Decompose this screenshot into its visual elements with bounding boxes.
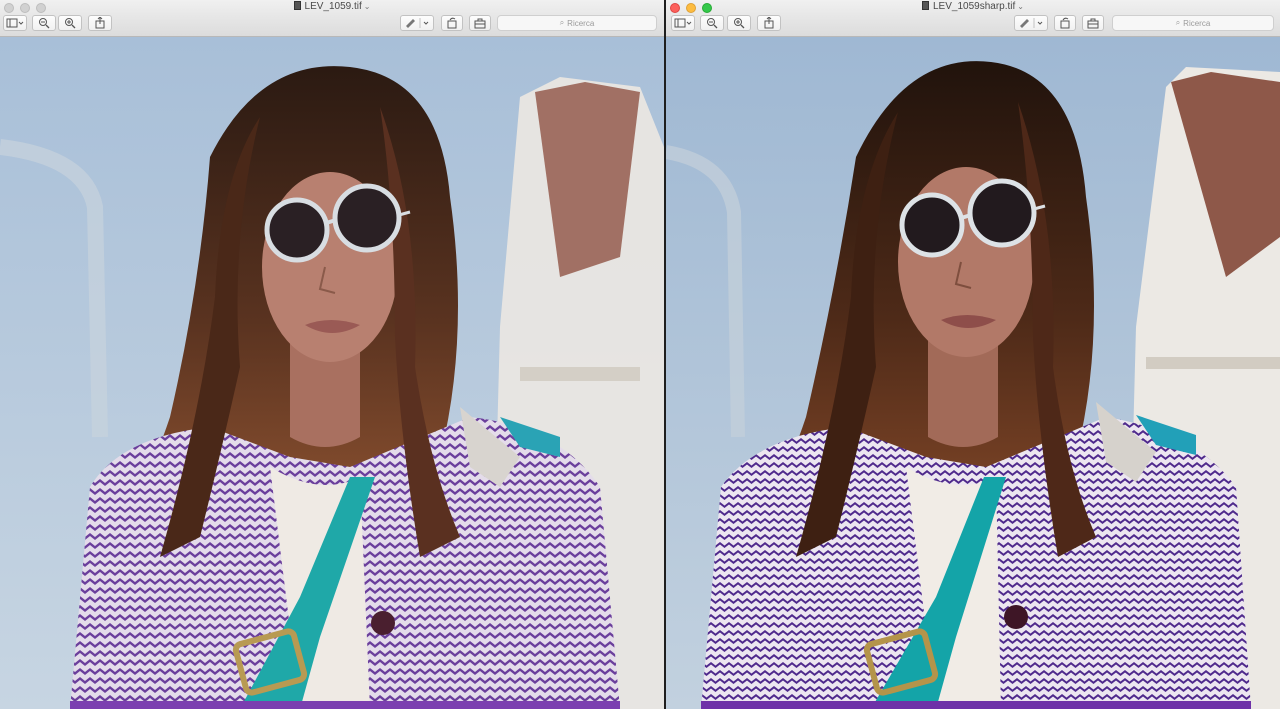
share-button[interactable] [757, 15, 781, 31]
share-icon [95, 17, 105, 29]
rotate-button[interactable] [1054, 15, 1076, 31]
close-button[interactable] [670, 3, 680, 13]
window-controls [4, 3, 46, 13]
chevron-down-icon: ⌄ [363, 2, 371, 11]
search-icon: ⌕ [559, 18, 565, 27]
toolbox-icon [474, 18, 486, 29]
window-titlebar: LEV_1059.tif ⌄ ⌕ Ricerca [0, 0, 664, 37]
toolbox-icon [1087, 18, 1099, 29]
window-controls [670, 3, 712, 13]
share-icon [764, 17, 774, 29]
sidebar-icon [6, 18, 24, 28]
window-titlebar: LEV_1059sharp.tif ⌄ ⌕ Ricerca [666, 0, 1280, 37]
zoom-out-icon [707, 18, 718, 29]
minimize-button[interactable] [20, 3, 30, 13]
search-icon: ⌕ [1175, 18, 1181, 27]
zoom-in-button[interactable] [58, 15, 82, 31]
window-title[interactable]: LEV_1059sharp.tif ⌄ [666, 1, 1280, 13]
markup-button[interactable] [1014, 15, 1048, 31]
portrait-photo-original [0, 37, 664, 709]
zoom-out-icon [39, 18, 50, 29]
zoom-button[interactable] [36, 3, 46, 13]
window-title-text: LEV_1059sharp.tif [933, 1, 1016, 12]
image-canvas[interactable] [0, 37, 664, 709]
image-canvas[interactable] [666, 37, 1280, 709]
document-icon [293, 1, 301, 10]
zoom-button[interactable] [702, 3, 712, 13]
search-placeholder: Ricerca [567, 18, 595, 28]
close-button[interactable] [4, 3, 14, 13]
rotate-icon [1060, 17, 1070, 29]
preview-window-sharp: LEV_1059sharp.tif ⌄ ⌕ Ricerca [666, 0, 1280, 709]
zoom-in-icon [734, 18, 745, 29]
share-button[interactable] [88, 15, 112, 31]
zoom-in-icon [65, 18, 76, 29]
search-field[interactable]: ⌕ Ricerca [497, 15, 657, 31]
pen-icon [1020, 18, 1043, 28]
search-field[interactable]: ⌕ Ricerca [1112, 15, 1274, 31]
preview-window-original: LEV_1059.tif ⌄ ⌕ Ricerca [0, 0, 664, 709]
rotate-button[interactable] [441, 15, 463, 31]
zoom-out-button[interactable] [32, 15, 56, 31]
zoom-out-button[interactable] [700, 15, 724, 31]
sidebar-icon [674, 18, 692, 28]
toolbox-button[interactable] [469, 15, 491, 31]
sidebar-toggle-button[interactable] [671, 15, 695, 31]
chevron-down-icon: ⌄ [1017, 2, 1024, 11]
rotate-icon [447, 17, 457, 29]
markup-button[interactable] [400, 15, 434, 31]
window-title-text: LEV_1059.tif [304, 1, 362, 12]
search-placeholder: Ricerca [1183, 18, 1211, 28]
window-title[interactable]: LEV_1059.tif ⌄ [0, 1, 664, 13]
zoom-in-button[interactable] [727, 15, 751, 31]
toolbox-button[interactable] [1082, 15, 1104, 31]
sidebar-toggle-button[interactable] [3, 15, 27, 31]
document-icon [922, 1, 929, 10]
portrait-photo-sharpened [666, 37, 1280, 709]
pen-icon [406, 18, 429, 28]
minimize-button[interactable] [686, 3, 696, 13]
